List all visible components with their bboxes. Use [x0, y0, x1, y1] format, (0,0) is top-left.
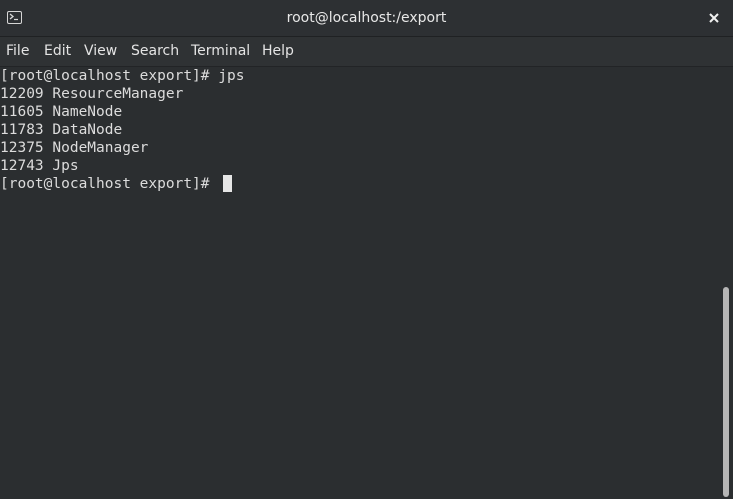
- terminal-line: 12375 NodeManager: [0, 140, 149, 156]
- terminal-prompt: [root@localhost export]#: [0, 176, 219, 192]
- title-bar[interactable]: root@localhost:/export: [0, 0, 733, 37]
- vertical-scrollbar[interactable]: [720, 67, 733, 499]
- terminal-window: root@localhost:/export File Edit View Se…: [0, 0, 733, 499]
- close-icon[interactable]: [705, 9, 723, 27]
- menu-help[interactable]: Help: [262, 37, 294, 66]
- text-cursor: [223, 175, 232, 192]
- scrollbar-thumb[interactable]: [723, 287, 729, 497]
- menu-view[interactable]: View: [84, 37, 117, 66]
- menu-bar: File Edit View Search Terminal Help: [0, 37, 733, 67]
- menu-terminal[interactable]: Terminal: [191, 37, 250, 66]
- window-title: root@localhost:/export: [286, 10, 447, 26]
- terminal-line: 11605 NameNode: [0, 104, 123, 120]
- terminal-line: 12209 ResourceManager: [0, 86, 184, 102]
- menu-file[interactable]: File: [6, 37, 29, 66]
- menu-search[interactable]: Search: [131, 37, 179, 66]
- terminal-line: [root@localhost export]# jps: [0, 68, 245, 84]
- terminal-output[interactable]: [root@localhost export]# jps 12209 Resou…: [0, 67, 720, 499]
- terminal-line: 12743 Jps: [0, 158, 79, 174]
- terminal-line: 11783 DataNode: [0, 122, 123, 138]
- menu-edit[interactable]: Edit: [44, 37, 71, 66]
